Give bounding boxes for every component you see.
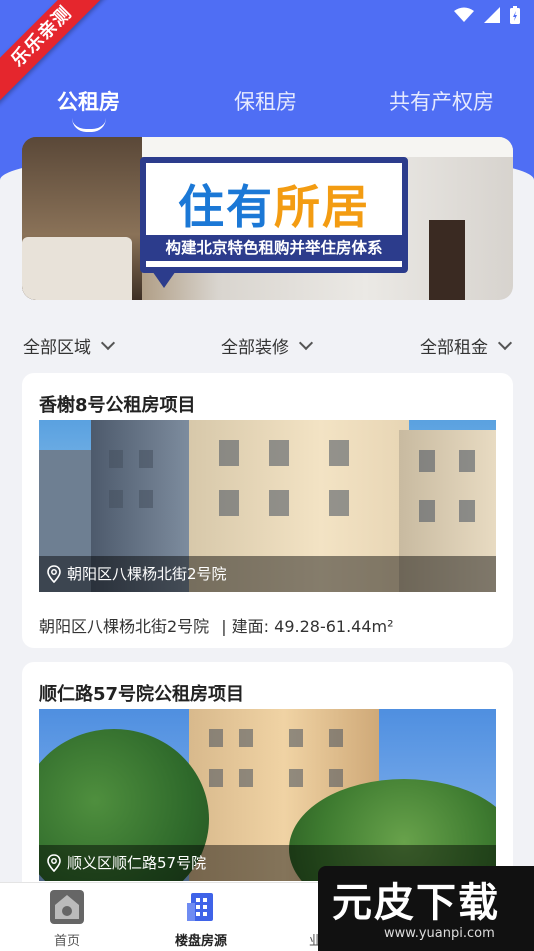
building-icon bbox=[187, 893, 213, 921]
filter-region[interactable]: 全部区域 bbox=[23, 333, 116, 358]
window bbox=[209, 769, 223, 787]
tab-public-rental[interactable]: 公租房 bbox=[57, 86, 120, 116]
banner-slogan-box: 住有所居 构建北京特色租购并举住房体系 bbox=[140, 157, 408, 273]
wifi-icon bbox=[454, 7, 474, 22]
signal-icon bbox=[484, 7, 500, 23]
banner-speech-tail bbox=[150, 268, 178, 288]
banner-slogan: 住有所居 bbox=[146, 171, 402, 237]
filter-decoration[interactable]: 全部装修 bbox=[221, 333, 314, 358]
nav-home-label: 首页 bbox=[53, 934, 80, 949]
window bbox=[219, 440, 239, 466]
chevron-down-icon bbox=[497, 335, 513, 350]
window bbox=[459, 450, 475, 472]
site-watermark: 元皮下载 www.yuanpi.com bbox=[318, 866, 534, 951]
home-icon bbox=[50, 890, 84, 924]
chevron-down-icon bbox=[298, 335, 314, 350]
window bbox=[289, 729, 303, 747]
window bbox=[329, 490, 349, 516]
window bbox=[239, 729, 253, 747]
window bbox=[269, 490, 289, 516]
window bbox=[419, 500, 435, 522]
listing-title: 顺仁路57号院公租房项目 bbox=[39, 684, 245, 705]
filter-decoration-label: 全部装修 bbox=[221, 338, 289, 358]
filter-rent[interactable]: 全部租金 bbox=[420, 333, 513, 358]
window bbox=[109, 490, 123, 508]
listing-address: 朝阳区八棵杨北街2号院 bbox=[39, 617, 210, 636]
window bbox=[329, 440, 349, 466]
filter-rent-label: 全部租金 bbox=[420, 338, 488, 358]
chevron-down-icon bbox=[100, 335, 116, 350]
listing-area: | 建面: 49.28-61.44m² bbox=[221, 617, 394, 636]
nav-listings[interactable]: 楼盘房源 bbox=[134, 883, 268, 951]
banner-photo-ceiling bbox=[142, 137, 513, 157]
banner-photo-door bbox=[429, 220, 465, 300]
photo-address-overlay: 朝阳区八棵杨北街2号院 bbox=[39, 556, 496, 592]
location-pin-icon bbox=[47, 565, 61, 583]
window bbox=[209, 729, 223, 747]
window bbox=[289, 769, 303, 787]
promo-banner[interactable]: 住有所居 构建北京特色租购并举住房体系 bbox=[22, 137, 513, 300]
listing-title: 香榭8号公租房项目 bbox=[39, 395, 196, 416]
window bbox=[139, 450, 153, 468]
filter-region-label: 全部区域 bbox=[23, 338, 91, 358]
battery-icon bbox=[510, 6, 520, 24]
listing-meta: 朝阳区八棵杨北街2号院 | 建面: 49.28-61.44m² bbox=[39, 613, 394, 637]
window bbox=[269, 440, 289, 466]
watermark-url: www.yuanpi.com bbox=[384, 926, 495, 941]
status-bar bbox=[454, 6, 520, 24]
window bbox=[139, 490, 153, 508]
tab-shared-ownership[interactable]: 共有产权房 bbox=[389, 86, 494, 116]
nav-listings-label: 楼盘房源 bbox=[174, 934, 227, 949]
photo-address-text: 顺义区顺仁路57号院 bbox=[67, 854, 207, 872]
window bbox=[329, 769, 343, 787]
window bbox=[109, 450, 123, 468]
banner-photo-bed bbox=[22, 237, 132, 300]
window bbox=[419, 450, 435, 472]
window bbox=[459, 500, 475, 522]
location-pin-icon bbox=[47, 854, 61, 872]
slogan-part-2: 所居 bbox=[274, 180, 370, 234]
window bbox=[329, 729, 343, 747]
listing-photo: 朝阳区八棵杨北街2号院 bbox=[39, 420, 496, 592]
slogan-part-1: 住有 bbox=[178, 180, 274, 234]
listing-photo: 顺义区顺仁路57号院 bbox=[39, 709, 496, 881]
watermark-text: 元皮下载 bbox=[332, 880, 500, 926]
listing-card[interactable]: 香榭8号公租房项目 朝阳区八棵杨北街2号院 朝阳区八棵杨北街2号院 | 建面: … bbox=[22, 373, 513, 648]
window bbox=[239, 769, 253, 787]
banner-subtitle: 构建北京特色租购并举住房体系 bbox=[146, 235, 402, 261]
nav-home[interactable]: 首页 bbox=[0, 883, 134, 951]
tab-affordable-rental[interactable]: 保租房 bbox=[234, 86, 297, 116]
window bbox=[219, 490, 239, 516]
photo-address-text: 朝阳区八棵杨北街2号院 bbox=[67, 565, 227, 583]
